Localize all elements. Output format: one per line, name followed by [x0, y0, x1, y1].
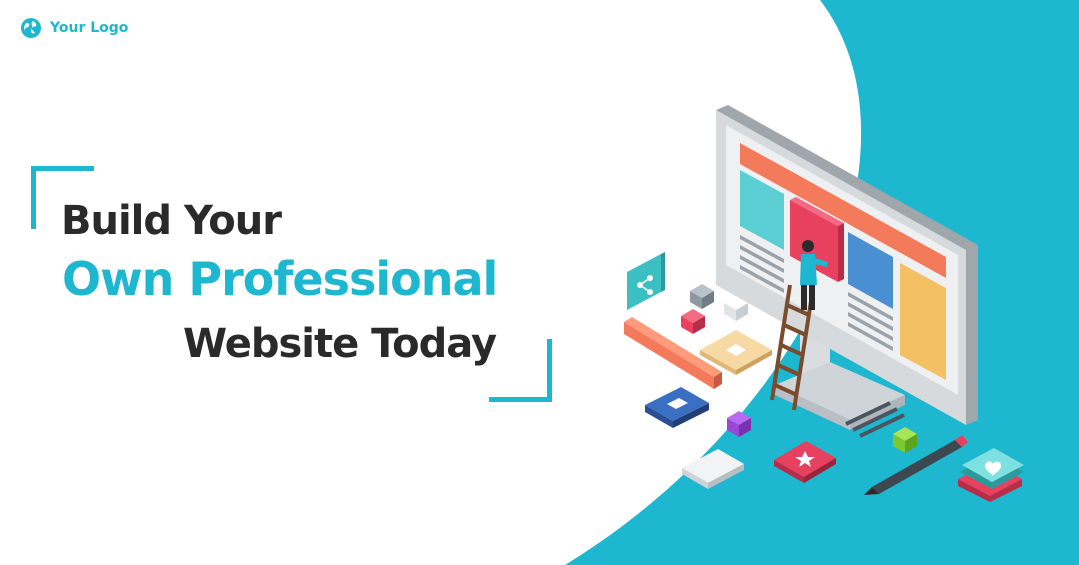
- headline-line-3: Website Today: [183, 321, 497, 367]
- headline-line-1: Build Your: [61, 198, 282, 244]
- logo-text: Your Logo: [50, 20, 129, 36]
- corner-bracket-bottom-right: [489, 339, 552, 402]
- headline-line-2: Own Professional: [62, 252, 498, 306]
- chat-icon: [645, 387, 709, 428]
- globe-icon: [21, 18, 41, 38]
- logo[interactable]: Your Logo: [20, 17, 128, 39]
- share-icon: [627, 252, 665, 310]
- gray-cube: [690, 284, 714, 309]
- red-cube: [681, 309, 705, 334]
